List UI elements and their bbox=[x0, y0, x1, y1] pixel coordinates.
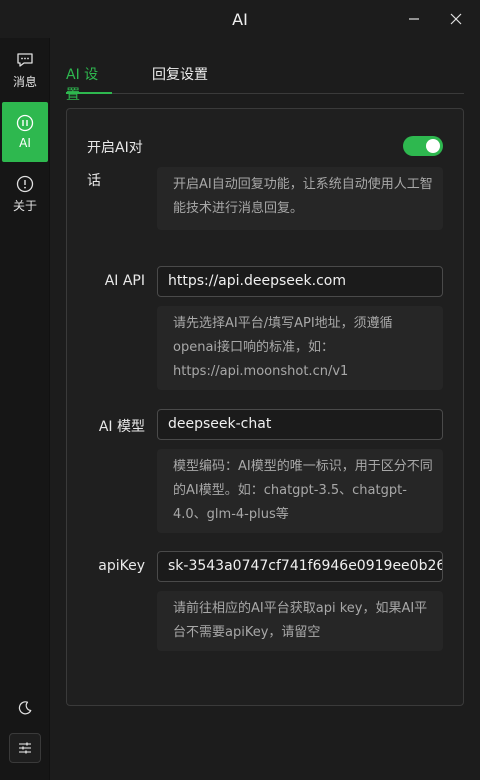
enable-ai-label-line1: 开启AI对 bbox=[87, 140, 143, 156]
settings-tabs: AI 设置 回复设置 bbox=[66, 58, 464, 103]
enable-ai-label-line2: 话 bbox=[87, 173, 101, 189]
sidebar-item-label: 消息 bbox=[12, 74, 37, 89]
tab-reply-settings[interactable]: 回复设置 bbox=[152, 64, 208, 94]
pause-circle-icon bbox=[16, 114, 34, 132]
api-key-hint: 请前往相应的AI平台获取api key，如果AI平台不需要apiKey，请留空 bbox=[157, 591, 443, 651]
theme-toggle-button[interactable] bbox=[13, 696, 37, 720]
api-key-input[interactable]: sk-3543a0747cf741f6946e0919ee0b26f4 bbox=[157, 551, 443, 582]
ai-model-label: AI 模型 bbox=[98, 419, 145, 435]
close-icon bbox=[450, 13, 462, 25]
ai-model-input[interactable]: deepseek-chat bbox=[157, 409, 443, 440]
ai-api-hint: 请先选择AI平台/填写API地址，须遵循openai接口响的标准，如：https… bbox=[157, 306, 443, 390]
sliders-icon bbox=[19, 742, 31, 754]
sidebar-item-messages[interactable]: 消息 bbox=[2, 40, 48, 100]
sidebar-item-ai[interactable]: AI bbox=[2, 102, 48, 162]
api-key-label: apiKey bbox=[98, 558, 145, 574]
moon-icon bbox=[18, 701, 32, 715]
sidebar-item-label: 关于 bbox=[12, 198, 37, 213]
enable-ai-toggle[interactable] bbox=[403, 136, 443, 156]
tab-ai-settings[interactable]: AI 设置 bbox=[66, 64, 112, 103]
minimize-icon bbox=[409, 18, 419, 20]
ai-settings-panel: 开启AI对 话 开启AI自动回复功能，让系统自动使用人工智能技术进行消息回复。 … bbox=[66, 108, 464, 706]
ai-api-label: AI API bbox=[104, 273, 145, 289]
message-icon bbox=[17, 52, 33, 67]
info-circle-icon bbox=[16, 175, 34, 192]
close-button[interactable] bbox=[446, 9, 466, 29]
enable-ai-hint: 开启AI自动回复功能，让系统自动使用人工智能技术进行消息回复。 bbox=[157, 167, 443, 230]
minimize-button[interactable] bbox=[404, 9, 424, 29]
window-title: AI bbox=[232, 9, 248, 29]
sidebar-item-about[interactable]: 关于 bbox=[2, 164, 48, 224]
settings-button[interactable] bbox=[9, 733, 41, 763]
ai-api-input[interactable]: https://api.deepseek.com bbox=[157, 266, 443, 297]
title-bar: AI bbox=[0, 0, 480, 38]
sidebar-item-label: AI bbox=[19, 136, 31, 150]
ai-model-hint: 模型编码：AI模型的唯一标识，用于区分不同的AI模型。如：chatgpt-3.5… bbox=[157, 449, 443, 533]
sidebar: 消息 AI 关于 bbox=[0, 38, 50, 780]
toggle-knob bbox=[426, 139, 440, 153]
